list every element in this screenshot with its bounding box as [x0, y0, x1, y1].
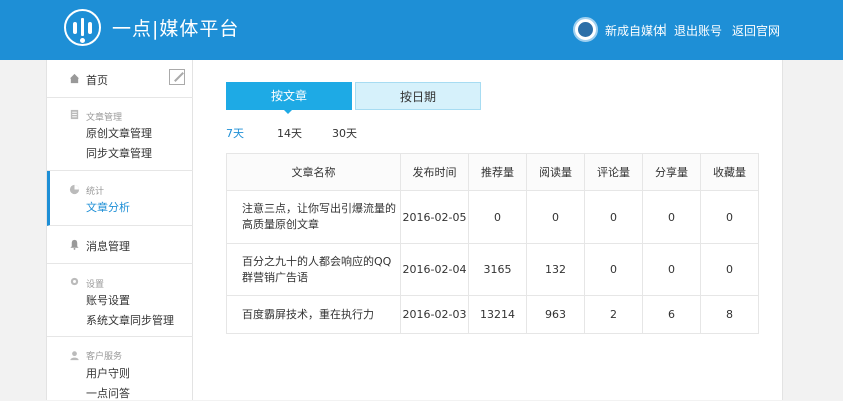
sidebar-group-title-service: 客户服务	[86, 352, 123, 362]
sidebar-item-sync-articles[interactable]: 同步文章管理	[86, 145, 152, 161]
table-row: 注意三点，让你写出引爆流量的 高质量原创文章 2016-02-05 0 0 0 0…	[226, 190, 759, 244]
sidebar-settings-group: 设置 账号设置 系统文章同步管理	[47, 264, 193, 337]
pie-chart-icon	[69, 184, 80, 195]
comment-cell: 0	[584, 243, 643, 296]
sidebar-item-account-settings[interactable]: 账号设置	[86, 292, 130, 308]
edit-icon[interactable]	[169, 69, 185, 85]
recommend-cell: 0	[468, 190, 527, 244]
sidebar-stats-group: 统计 文章分析	[47, 171, 193, 226]
tab-by-date[interactable]: 按日期	[355, 82, 481, 110]
official-site-link[interactable]: 返回官网	[732, 22, 780, 39]
read-cell: 132	[526, 243, 585, 296]
period-7-days[interactable]: 7天	[226, 125, 244, 141]
date-cell: 2016-02-05	[400, 190, 469, 244]
article-title-cell[interactable]: 百度霸屏技术，重在执行力	[226, 295, 401, 334]
share-cell: 6	[642, 295, 701, 334]
date-cell: 2016-02-03	[400, 295, 469, 334]
tab-by-article[interactable]: 按文章	[226, 82, 352, 114]
main-panel: 首页 文章管理 原创文章管理 同步文章管理 统计 文章分析 消息管理 设置 账号…	[46, 60, 783, 400]
table-row: 百分之九十的人都会响应的QQ 群营销广告语 2016-02-04 3165 132…	[226, 243, 759, 296]
article-title-line: 百分之九十的人都会响应的QQ	[242, 254, 392, 268]
column-header-title: 文章名称	[226, 153, 401, 191]
sidebar-article-group: 文章管理 原创文章管理 同步文章管理	[47, 98, 193, 171]
top-header: 一点|媒体平台 新成自媒体 | 退出账号 返回官网	[0, 0, 843, 60]
sidebar-item-messages[interactable]: 消息管理	[86, 238, 130, 254]
sidebar-home-group: 首页	[47, 60, 193, 98]
sidebar-group-title-settings: 设置	[86, 280, 105, 290]
read-cell: 0	[526, 190, 585, 244]
favorite-cell: 0	[700, 190, 759, 244]
column-header-date: 发布时间	[400, 153, 469, 191]
sidebar-service-group: 客户服务 用户守则 一点问答	[47, 337, 193, 400]
column-header-share: 分享量	[642, 153, 701, 191]
column-header-recommend: 推荐量	[468, 153, 527, 191]
table-header-row: 文章名称 发布时间 推荐量 阅读量 评论量 分享量 收藏量	[226, 153, 759, 191]
article-title-line: 百度霸屏技术，重在执行力	[242, 307, 374, 321]
period-14-days[interactable]: 14天	[277, 125, 302, 141]
column-header-comment: 评论量	[584, 153, 643, 191]
read-cell: 963	[526, 295, 585, 334]
sidebar-group-title-stats: 统计	[86, 187, 105, 197]
column-header-favorite: 收藏量	[700, 153, 759, 191]
recommend-cell: 13214	[468, 295, 527, 334]
share-cell: 0	[642, 243, 701, 296]
sidebar-item-user-rules[interactable]: 用户守则	[86, 365, 130, 381]
table-row: 百度霸屏技术，重在执行力 2016-02-03 13214 963 2 6 8	[226, 295, 759, 334]
article-title-line: 群营销广告语	[242, 270, 308, 284]
user-icon	[70, 351, 79, 361]
brand-title[interactable]: 一点|媒体平台	[112, 14, 239, 41]
article-title-cell[interactable]: 注意三点，让你写出引爆流量的 高质量原创文章	[226, 190, 401, 244]
header-separator: |	[663, 22, 668, 36]
sidebar-item-original-articles[interactable]: 原创文章管理	[86, 125, 152, 141]
sidebar-group-title-article: 文章管理	[86, 113, 123, 123]
article-title-cell[interactable]: 百分之九十的人都会响应的QQ 群营销广告语	[226, 243, 401, 296]
tab-by-article-label: 按文章	[270, 89, 307, 103]
user-name-link[interactable]: 新成自媒体	[605, 22, 665, 39]
favorite-cell: 8	[700, 295, 759, 334]
article-stats-table: 文章名称 发布时间 推荐量 阅读量 评论量 分享量 收藏量 注意三点，让你写出引…	[226, 153, 759, 334]
article-title-line: 注意三点，让你写出引爆流量的	[242, 202, 396, 215]
comment-cell: 2	[584, 295, 643, 334]
period-30-days[interactable]: 30天	[332, 125, 357, 141]
date-cell: 2016-02-04	[400, 243, 469, 296]
home-icon	[69, 73, 80, 84]
article-title-line: 高质量原创文章	[242, 218, 319, 231]
sidebar-item-article-analysis[interactable]: 文章分析	[86, 199, 130, 215]
document-icon	[70, 109, 79, 120]
sidebar-item-home[interactable]: 首页	[86, 72, 108, 88]
tab-by-date-label: 按日期	[399, 90, 436, 104]
sidebar-message-group: 消息管理	[47, 226, 193, 264]
sidebar-item-system-sync[interactable]: 系统文章同步管理	[86, 312, 174, 328]
sidebar-item-faq[interactable]: 一点问答	[86, 385, 130, 401]
bell-icon	[70, 239, 79, 250]
share-cell: 0	[642, 190, 701, 244]
favorite-cell: 0	[700, 243, 759, 296]
column-header-read: 阅读量	[526, 153, 585, 191]
sidebar: 首页 文章管理 原创文章管理 同步文章管理 统计 文章分析 消息管理 设置 账号…	[47, 60, 193, 400]
logout-link[interactable]: 退出账号	[674, 22, 722, 39]
avatar[interactable]	[573, 17, 598, 42]
recommend-cell: 3165	[468, 243, 527, 296]
gear-icon	[70, 277, 79, 286]
logo-icon[interactable]	[64, 9, 101, 46]
comment-cell: 0	[584, 190, 643, 244]
